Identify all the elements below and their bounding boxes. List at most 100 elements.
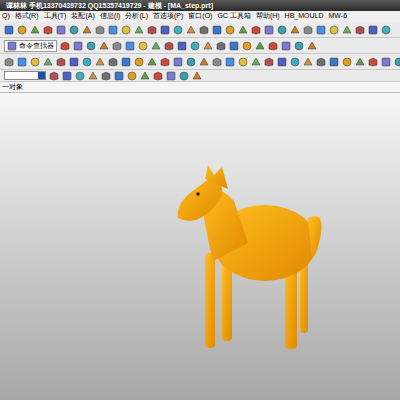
tool-icon[interactable]: [264, 25, 274, 35]
menu-item[interactable]: 窗口(O): [188, 11, 212, 22]
menu-item[interactable]: 信息(I): [100, 11, 121, 22]
tool-icon[interactable]: [69, 25, 79, 35]
tool-icon[interactable]: [138, 41, 148, 51]
menu-item[interactable]: 工具(T): [44, 11, 67, 22]
tool-icon[interactable]: [75, 71, 85, 81]
filter-dropdown[interactable]: [4, 71, 46, 80]
tool-icon[interactable]: [43, 57, 53, 67]
tool-icon[interactable]: [125, 41, 135, 51]
tool-icon[interactable]: [147, 57, 157, 67]
tool-icon[interactable]: [112, 41, 122, 51]
tool-icon[interactable]: [30, 57, 40, 67]
tool-icon[interactable]: [303, 25, 313, 35]
tool-icon[interactable]: [238, 57, 248, 67]
tool-icon[interactable]: [281, 41, 291, 51]
tool-icon[interactable]: [151, 41, 161, 51]
menu-item[interactable]: 装配(A): [71, 11, 94, 22]
tool-icon[interactable]: [290, 57, 300, 67]
menu-item[interactable]: HB_MOULD: [285, 11, 324, 22]
tool-icon[interactable]: [381, 57, 391, 67]
menu-item[interactable]: GC 工具箱: [217, 11, 250, 22]
tool-icon[interactable]: [62, 71, 72, 81]
tool-icon[interactable]: [134, 57, 144, 67]
tool-icon[interactable]: [101, 71, 111, 81]
tool-icon[interactable]: [4, 25, 14, 35]
tool-icon[interactable]: [73, 41, 83, 51]
tool-icon[interactable]: [329, 57, 339, 67]
tool-icon[interactable]: [160, 25, 170, 35]
menu-item[interactable]: 帮助(H): [256, 11, 280, 22]
tool-icon[interactable]: [212, 25, 222, 35]
tool-icon[interactable]: [173, 57, 183, 67]
tool-icon[interactable]: [277, 25, 287, 35]
tool-icon[interactable]: [294, 41, 304, 51]
tool-icon[interactable]: [99, 41, 109, 51]
tool-icon[interactable]: [56, 25, 66, 35]
menu-item[interactable]: Q): [2, 11, 10, 22]
tool-icon[interactable]: [88, 71, 98, 81]
tool-icon[interactable]: [56, 57, 66, 67]
tool-icon[interactable]: [30, 25, 40, 35]
tool-icon[interactable]: [277, 57, 287, 67]
tool-icon[interactable]: [203, 41, 213, 51]
tool-icon[interactable]: [147, 25, 157, 35]
graphics-viewport[interactable]: [0, 92, 400, 400]
tool-icon[interactable]: [368, 57, 378, 67]
tool-icon[interactable]: [225, 25, 235, 35]
tool-icon[interactable]: [255, 41, 265, 51]
menu-item[interactable]: 首选项(P): [153, 11, 183, 22]
tool-icon[interactable]: [355, 25, 365, 35]
tool-icon[interactable]: [186, 57, 196, 67]
tool-icon[interactable]: [368, 25, 378, 35]
tool-icon[interactable]: [108, 57, 118, 67]
tool-icon[interactable]: [342, 57, 352, 67]
tool-icon[interactable]: [86, 41, 96, 51]
tool-icon[interactable]: [173, 25, 183, 35]
menu-item[interactable]: MW-6: [329, 11, 348, 22]
tool-icon[interactable]: [177, 41, 187, 51]
tool-icon[interactable]: [4, 57, 14, 67]
tool-icon[interactable]: [190, 41, 200, 51]
tool-icon[interactable]: [69, 57, 79, 67]
tool-icon[interactable]: [225, 57, 235, 67]
command-finder[interactable]: 命令查找器: [4, 40, 57, 52]
tool-icon[interactable]: [268, 41, 278, 51]
tool-icon[interactable]: [251, 57, 261, 67]
tool-icon[interactable]: [329, 25, 339, 35]
tool-icon[interactable]: [82, 25, 92, 35]
tool-icon[interactable]: [7, 41, 17, 51]
tool-icon[interactable]: [251, 25, 261, 35]
tool-icon[interactable]: [381, 25, 391, 35]
tool-icon[interactable]: [95, 25, 105, 35]
tool-icon[interactable]: [355, 57, 365, 67]
tool-icon[interactable]: [303, 57, 313, 67]
menu-item[interactable]: 分析(L): [125, 11, 148, 22]
tool-icon[interactable]: [238, 25, 248, 35]
tool-icon[interactable]: [186, 25, 196, 35]
tool-icon[interactable]: [229, 41, 239, 51]
tool-icon[interactable]: [17, 57, 27, 67]
tool-icon[interactable]: [108, 25, 118, 35]
tool-icon[interactable]: [160, 57, 170, 67]
tool-icon[interactable]: [242, 41, 252, 51]
tool-icon[interactable]: [60, 41, 70, 51]
tool-icon[interactable]: [164, 41, 174, 51]
tool-icon[interactable]: [127, 71, 137, 81]
tool-icon[interactable]: [49, 71, 59, 81]
tool-icon[interactable]: [140, 71, 150, 81]
tool-icon[interactable]: [212, 57, 222, 67]
tool-icon[interactable]: [95, 57, 105, 67]
tool-icon[interactable]: [43, 25, 53, 35]
tool-icon[interactable]: [394, 57, 400, 67]
menu-item[interactable]: 格式(R): [15, 11, 39, 22]
tool-icon[interactable]: [307, 41, 317, 51]
tool-icon[interactable]: [121, 57, 131, 67]
tool-icon[interactable]: [264, 57, 274, 67]
tool-icon[interactable]: [166, 71, 176, 81]
tool-icon[interactable]: [316, 57, 326, 67]
tool-icon[interactable]: [82, 57, 92, 67]
tool-icon[interactable]: [179, 71, 189, 81]
tool-icon[interactable]: [316, 25, 326, 35]
tool-icon[interactable]: [17, 25, 27, 35]
tool-icon[interactable]: [114, 71, 124, 81]
